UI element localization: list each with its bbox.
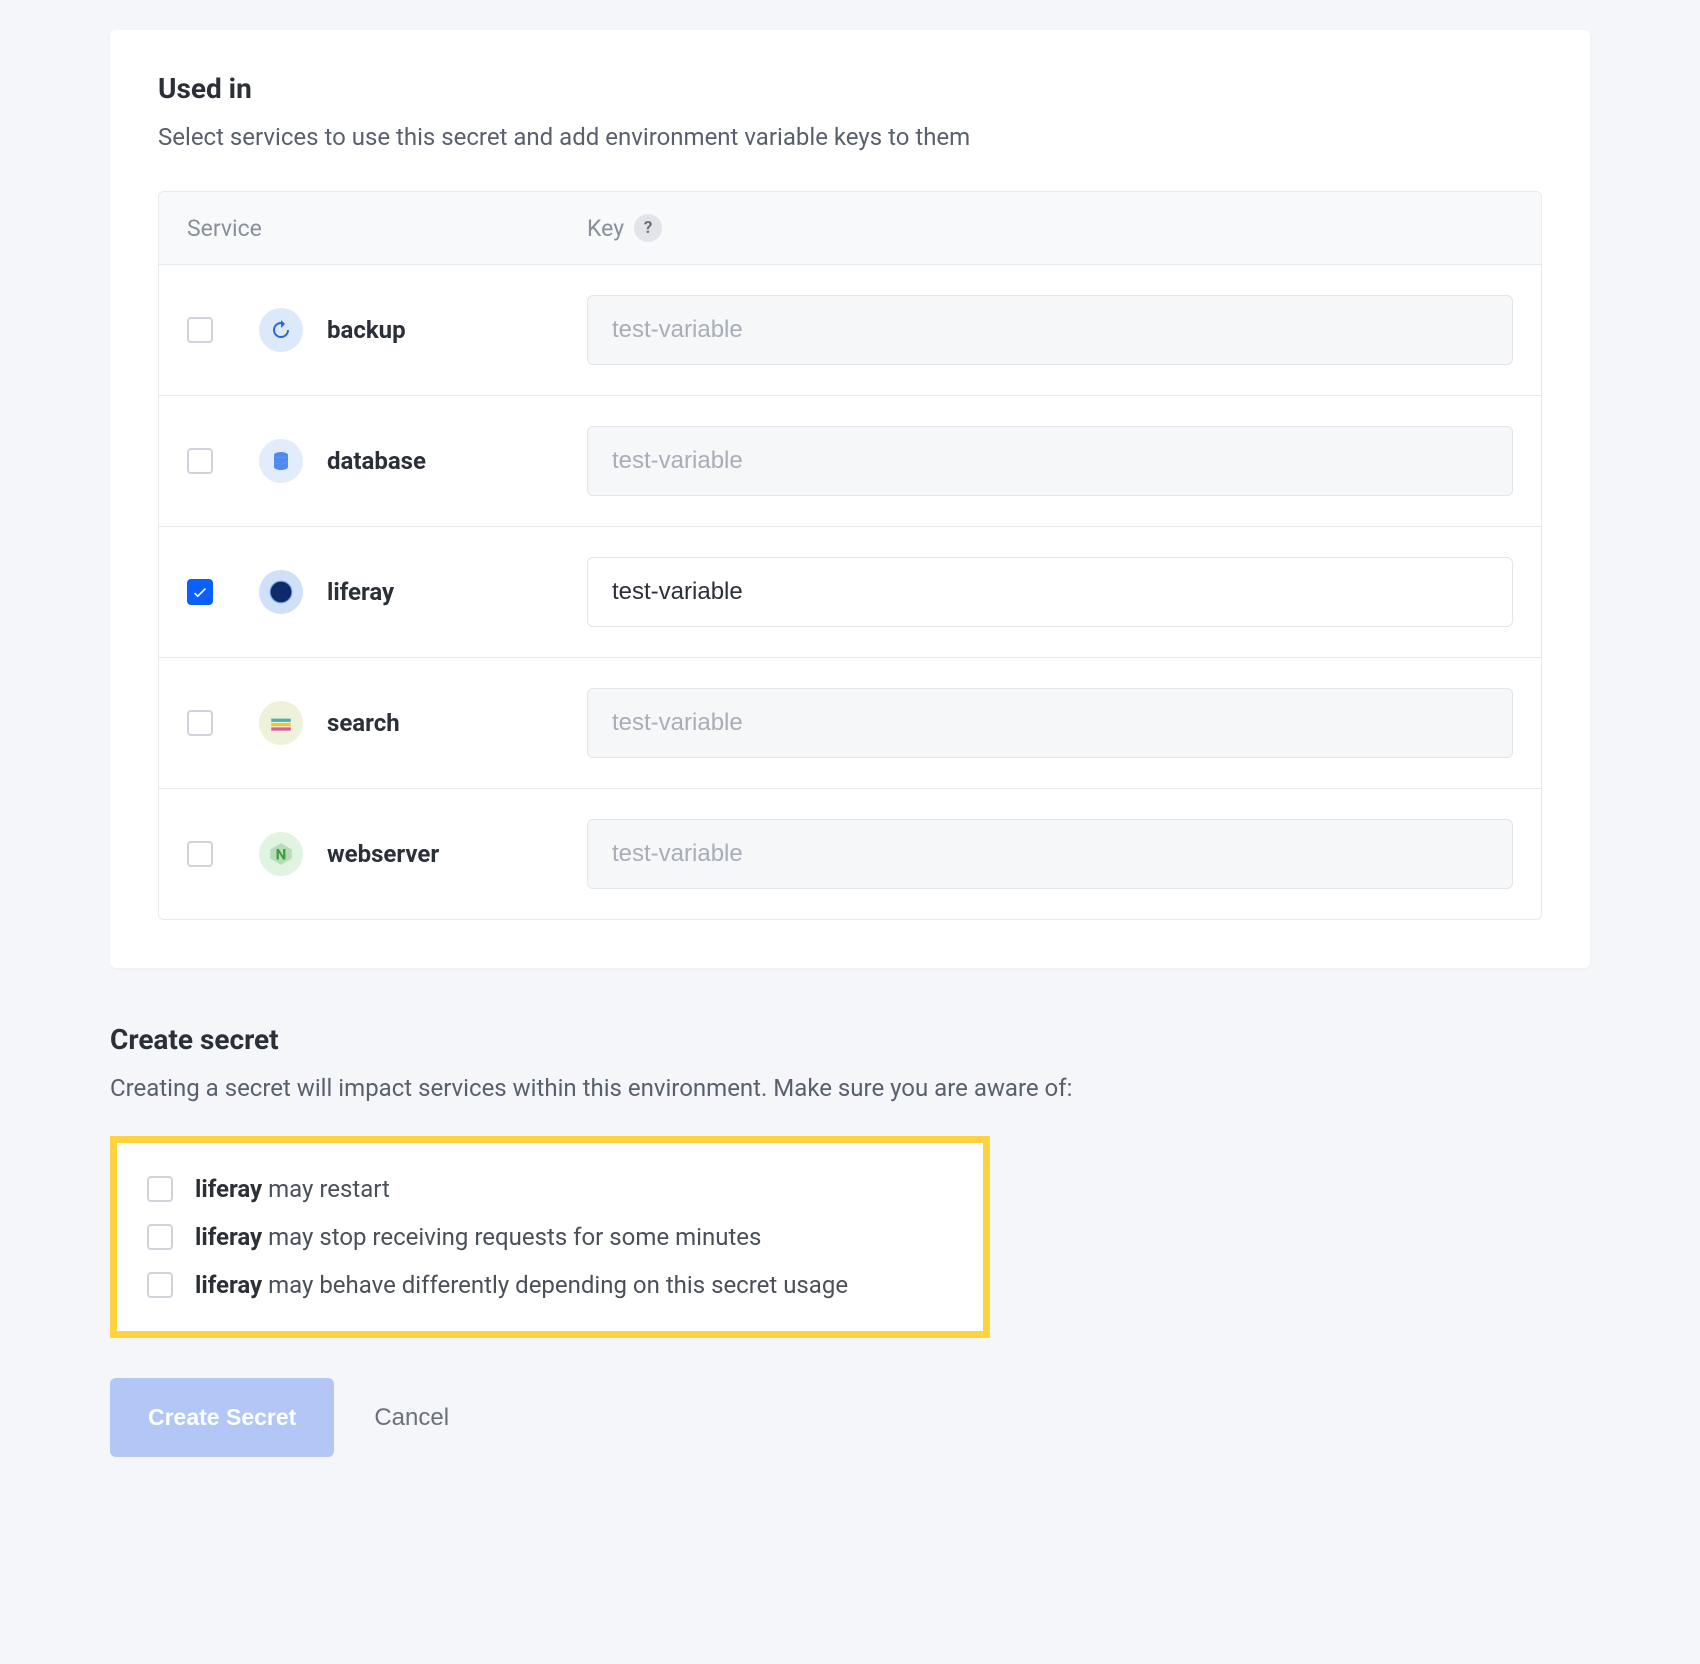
- service-label-backup: backup: [327, 316, 406, 344]
- search-icon: [259, 701, 303, 745]
- service-row-liferay: liferay: [159, 527, 1541, 658]
- database-icon: [259, 439, 303, 483]
- warning-text: liferay may behave differently depending…: [195, 1271, 848, 1299]
- warning-item: liferay may restart: [147, 1165, 953, 1213]
- used-in-title: Used in: [158, 72, 1542, 105]
- services-table: Service Key ? backup database liferay searc…: [158, 191, 1542, 920]
- service-checkbox-backup[interactable]: [187, 317, 213, 343]
- service-checkbox-webserver[interactable]: [187, 841, 213, 867]
- svg-text:N: N: [276, 845, 287, 863]
- create-secret-description: Creating a secret will impact services w…: [110, 1074, 1590, 1102]
- form-actions: Create Secret Cancel: [110, 1378, 1590, 1457]
- service-row-webserver: Nwebserver: [159, 789, 1541, 919]
- used-in-description: Select services to use this secret and a…: [158, 123, 1542, 151]
- service-label-webserver: webserver: [327, 840, 439, 868]
- service-checkbox-database[interactable]: [187, 448, 213, 474]
- service-label-database: database: [327, 447, 426, 475]
- warning-item: liferay may stop receiving requests for …: [147, 1213, 953, 1261]
- liferay-icon: [259, 570, 303, 614]
- cancel-button[interactable]: Cancel: [374, 1404, 449, 1432]
- key-input-liferay[interactable]: [587, 557, 1513, 627]
- warning-item: liferay may behave differently depending…: [147, 1261, 953, 1309]
- table-header: Service Key ?: [159, 192, 1541, 265]
- service-label-search: search: [327, 709, 400, 737]
- warning-checkbox[interactable]: [147, 1272, 173, 1298]
- key-input-backup[interactable]: [587, 295, 1513, 365]
- warning-checkbox[interactable]: [147, 1224, 173, 1250]
- warning-box: liferay may restart liferay may stop rece…: [110, 1136, 990, 1338]
- service-row-backup: backup: [159, 265, 1541, 396]
- service-row-search: search: [159, 658, 1541, 789]
- help-icon[interactable]: ?: [634, 214, 662, 242]
- backup-icon: [259, 308, 303, 352]
- warning-text: liferay may stop receiving requests for …: [195, 1223, 761, 1251]
- used-in-card: Used in Select services to use this secr…: [110, 30, 1590, 968]
- service-label-liferay: liferay: [327, 578, 394, 606]
- warning-checkbox[interactable]: [147, 1176, 173, 1202]
- key-input-webserver[interactable]: [587, 819, 1513, 889]
- header-service: Service: [187, 214, 587, 242]
- key-input-database[interactable]: [587, 426, 1513, 496]
- service-row-database: database: [159, 396, 1541, 527]
- key-input-search[interactable]: [587, 688, 1513, 758]
- webserver-icon: N: [259, 832, 303, 876]
- create-secret-title: Create secret: [110, 1023, 1590, 1056]
- header-key: Key: [587, 215, 624, 242]
- warning-text: liferay may restart: [195, 1175, 390, 1203]
- create-secret-button[interactable]: Create Secret: [110, 1378, 334, 1457]
- service-checkbox-liferay[interactable]: [187, 579, 213, 605]
- service-checkbox-search[interactable]: [187, 710, 213, 736]
- create-secret-section: Create secret Creating a secret will imp…: [110, 1023, 1590, 1457]
